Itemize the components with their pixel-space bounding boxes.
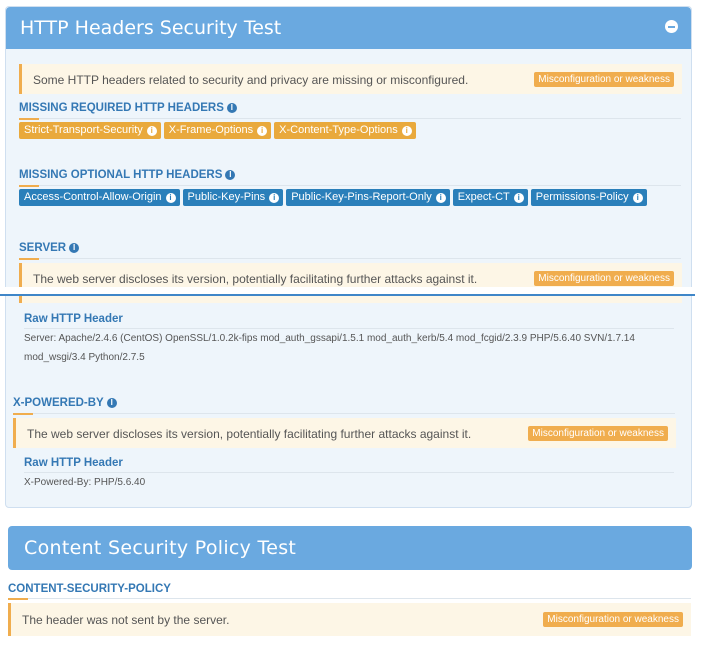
csp-alert: The header was not sent by the server. M… — [8, 603, 691, 636]
info-icon: i — [435, 192, 446, 203]
alert-message: Some HTTP headers related to security an… — [33, 73, 469, 87]
status-badge: Misconfiguration or weakness — [528, 426, 668, 441]
info-icon: i — [401, 125, 412, 136]
section-divider — [19, 258, 681, 260]
info-icon[interactable]: i — [225, 170, 236, 180]
section-title-text: MISSING OPTIONAL HTTP HEADERS — [19, 169, 223, 181]
info-icon[interactable]: i — [69, 243, 80, 253]
section-title-server: SERVER i — [19, 242, 80, 254]
header-tag[interactable]: Access-Control-Allow-Origin i — [19, 189, 180, 206]
tag-label: Public-Key-Pins-Report-Only — [291, 191, 432, 203]
info-icon: i — [513, 192, 524, 203]
seam-gap — [0, 287, 715, 294]
summary-alert: Some HTTP headers related to security an… — [19, 64, 682, 94]
section-title-csp: CONTENT-SECURITY-POLICY — [8, 583, 171, 595]
section-title-text: X-POWERED-BY — [13, 397, 104, 409]
tag-label: Public-Key-Pins — [187, 191, 266, 203]
raw-header-title: Raw HTTP Header — [24, 313, 123, 325]
csp-panel-header[interactable]: Content Security Policy Test — [8, 526, 692, 570]
missing-optional-tags: Access-Control-Allow-Origin i Public-Key-… — [19, 189, 647, 206]
tag-label: Strict-Transport-Security — [24, 124, 143, 136]
info-icon: i — [632, 192, 643, 203]
header-tag[interactable]: X-Frame-Options i — [163, 122, 272, 139]
collapse-icon[interactable] — [665, 20, 678, 33]
section-title-x-powered-by: X-POWERED-BY i — [13, 397, 117, 409]
alert-message: The web server discloses its version, po… — [33, 272, 478, 286]
header-tag[interactable]: X-Content-Type-Options i — [274, 122, 416, 139]
header-tag[interactable]: Public-Key-Pins-Report-Only i — [286, 189, 450, 206]
status-badge: Misconfiguration or weakness — [534, 72, 674, 87]
x-powered-by-alert: The web server discloses its version, po… — [13, 418, 676, 448]
section-title-text: CONTENT-SECURITY-POLICY — [8, 583, 171, 595]
missing-required-tags: Strict-Transport-Security i X-Frame-Optio… — [19, 122, 416, 139]
info-icon: i — [257, 125, 268, 136]
tag-label: Access-Control-Allow-Origin — [24, 191, 162, 203]
seam-divider — [0, 294, 695, 296]
info-icon: i — [165, 192, 176, 203]
server-alert: The web server discloses its version, po… — [19, 263, 682, 303]
section-divider — [13, 413, 675, 415]
section-title-text: SERVER — [19, 242, 67, 254]
header-tag[interactable]: Permissions-Policy i — [530, 189, 647, 206]
tag-label: X-Content-Type-Options — [279, 124, 398, 136]
raw-header-line: Server: Apache/2.4.6 (CentOS) OpenSSL/1.… — [24, 333, 635, 344]
info-icon[interactable]: i — [226, 103, 237, 113]
info-icon: i — [146, 125, 157, 136]
raw-header-line: mod_wsgi/3.4 Python/2.7.5 — [24, 352, 145, 363]
panel-title: HTTP Headers Security Test — [20, 17, 282, 39]
tag-label: Expect-CT — [457, 191, 510, 203]
raw-header-title: Raw HTTP Header — [24, 457, 123, 469]
header-tag[interactable]: Strict-Transport-Security i — [19, 122, 161, 139]
panel-header[interactable]: HTTP Headers Security Test — [6, 7, 691, 49]
panel-title: Content Security Policy Test — [24, 537, 297, 559]
status-badge: Misconfiguration or weakness — [543, 612, 683, 627]
alert-message: The header was not sent by the server. — [22, 613, 230, 627]
header-tag[interactable]: Public-Key-Pins i — [182, 189, 284, 206]
alert-message: The web server discloses its version, po… — [27, 427, 472, 441]
info-icon: i — [269, 192, 280, 203]
section-title-missing-required: MISSING REQUIRED HTTP HEADERS i — [19, 102, 237, 114]
raw-header-value: Server: Apache/2.4.6 (CentOS) OpenSSL/1.… — [24, 329, 674, 367]
tag-label: Permissions-Policy — [535, 191, 629, 203]
section-divider — [19, 118, 681, 120]
info-icon[interactable]: i — [106, 398, 117, 408]
section-title-missing-optional: MISSING OPTIONAL HTTP HEADERS i — [19, 169, 236, 181]
section-divider — [8, 598, 691, 600]
section-title-text: MISSING REQUIRED HTTP HEADERS — [19, 102, 224, 114]
tag-label: X-Frame-Options — [168, 124, 254, 136]
raw-header-value: X-Powered-By: PHP/5.6.40 — [24, 477, 146, 488]
status-badge: Misconfiguration or weakness — [534, 271, 674, 286]
section-divider — [19, 185, 681, 187]
header-tag[interactable]: Expect-CT i — [452, 189, 528, 206]
